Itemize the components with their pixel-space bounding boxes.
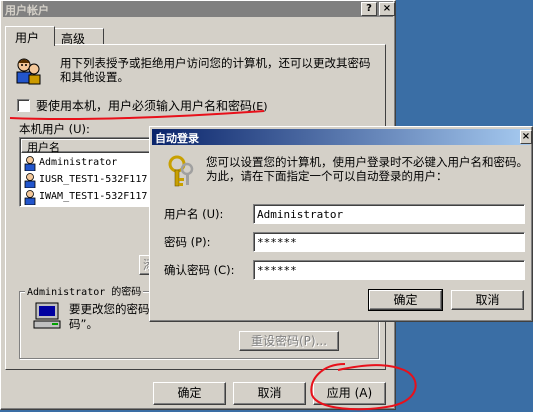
password-text: 要更改您的密码 — [69, 302, 150, 316]
apply-button-label: 应用 (A) — [326, 386, 373, 400]
intro-text: 用下列表授予或拒绝用户访问您的计算机，还可以更改其密码和其他设置。 — [60, 56, 371, 84]
must-login-checkbox[interactable] — [17, 99, 30, 112]
user-icon — [23, 173, 37, 189]
confirm-password-label: 确认密码 (C): — [164, 263, 235, 277]
password-label: 密码 (P): — [164, 235, 211, 249]
password-input[interactable] — [253, 232, 525, 252]
main-window-title: 用户帐户 — [5, 4, 49, 17]
main-title-bar[interactable]: 用户帐户 ? × — [3, 1, 395, 17]
help-button[interactable]: ? — [361, 2, 377, 16]
tab-advanced[interactable]: 高级 — [54, 28, 104, 46]
cancel-button[interactable]: 取消 — [233, 382, 306, 405]
list-item-label: IWAM_TEST1-532F117 — [39, 191, 148, 202]
apply-button[interactable]: 应用 (A) — [313, 382, 386, 405]
keys-icon — [166, 155, 196, 189]
users-list-label: 本机用户 (U): — [19, 122, 90, 136]
tab-users-label: 用户 — [15, 31, 40, 45]
reset-password-button[interactable]: 重设密码(P)... — [239, 331, 339, 351]
ok-button[interactable]: 确定 — [153, 382, 226, 405]
dialog-description: 您可以设置您的计算机，使用户登录时不必键入用户名和密码。为此，请在下面指定一个可… — [206, 155, 528, 183]
ok-button-label: 确定 — [177, 386, 202, 400]
dialog-cancel-button[interactable]: 取消 — [451, 290, 524, 310]
dialog-title-bar[interactable]: 自动登录 × — [152, 129, 532, 145]
computer-icon — [33, 301, 63, 331]
confirm-password-input[interactable] — [253, 260, 525, 280]
auto-login-dialog: 自动登录 × 您可以设置您的计算机，使用户登录时不必键入用户名和密码。为此，请在… — [149, 126, 533, 322]
user-icon — [23, 156, 37, 172]
password-group-title: Administrator 的密码 — [25, 283, 144, 298]
reset-password-label: 重设密码(P)... — [250, 334, 328, 348]
users-icon — [15, 57, 41, 85]
username-label: 用户名 (U): — [164, 207, 224, 221]
dialog-cancel-label: 取消 — [475, 293, 500, 307]
must-login-label[interactable]: 要使用本机，用户必须输入用户名和密码(E) — [36, 97, 268, 114]
cancel-button-label: 取消 — [257, 386, 282, 400]
dialog-ok-button[interactable]: 确定 — [368, 289, 443, 311]
close-button[interactable]: × — [379, 2, 395, 16]
list-item-label: Administrator — [39, 157, 118, 168]
dialog-close-button[interactable]: × — [520, 130, 532, 144]
user-icon — [23, 190, 37, 206]
username-input[interactable] — [253, 204, 525, 224]
dialog-ok-label: 确定 — [393, 293, 418, 307]
list-item-label: IUSR_TEST1-532F117 — [39, 174, 148, 185]
column-header-label: 用户名 — [27, 141, 60, 154]
must-login-accelerator: (E) — [252, 100, 268, 113]
password-text-2: 码”。 — [69, 317, 98, 331]
tab-users[interactable]: 用户 — [5, 26, 55, 46]
users-list[interactable]: 用户名 Administrator IUSR_TEST1-532F117 IWA… — [19, 137, 159, 207]
must-login-text: 要使用本机，用户必须输入用户名和密码 — [36, 99, 253, 113]
column-header-username[interactable]: 用户名 — [21, 139, 158, 154]
dialog-title: 自动登录 — [155, 132, 199, 145]
